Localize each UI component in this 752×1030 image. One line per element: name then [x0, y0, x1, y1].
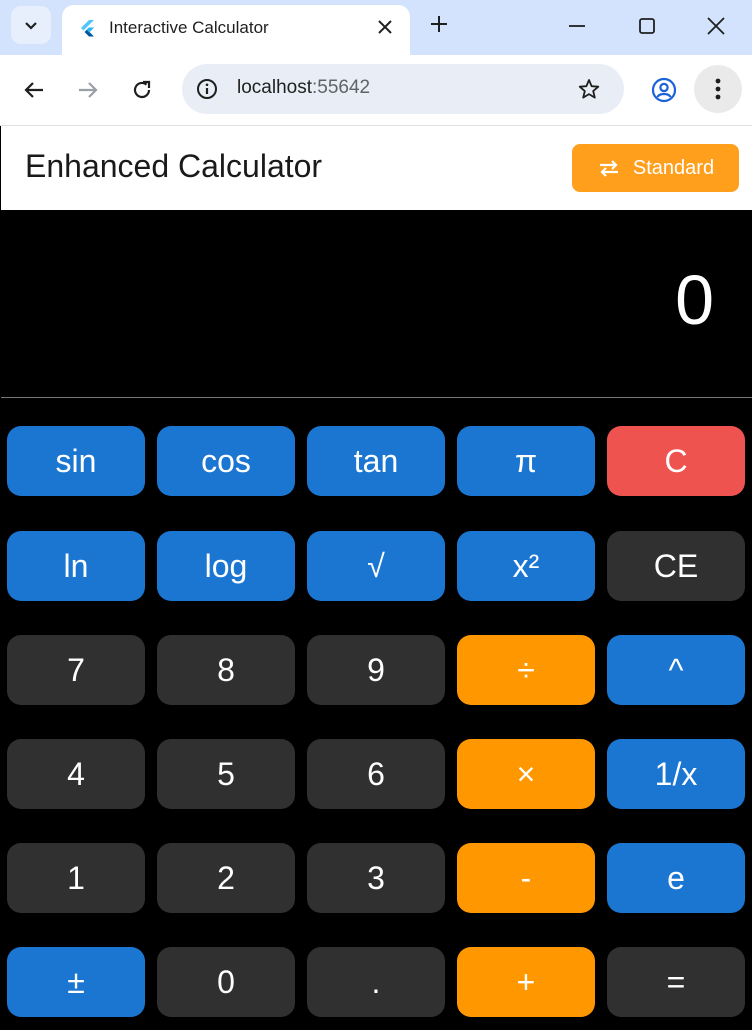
calculator-display: 0 — [1, 210, 752, 398]
maximize-button[interactable] — [627, 8, 667, 44]
bookmark-button[interactable] — [576, 76, 602, 102]
key-3[interactable]: 3 — [307, 843, 445, 913]
key-square[interactable]: x² — [457, 531, 595, 601]
reload-icon — [133, 80, 151, 99]
app-bar: Enhanced Calculator Standard — [1, 126, 752, 210]
browser-menu-button[interactable] — [694, 65, 742, 113]
key-pi[interactable]: π — [457, 426, 595, 496]
more-vertical-icon — [715, 78, 721, 100]
key-8[interactable]: 8 — [157, 635, 295, 705]
page-title: Enhanced Calculator — [25, 148, 323, 184]
key-1[interactable]: 1 — [7, 843, 145, 913]
tab-search-button[interactable] — [11, 6, 51, 44]
minimize-button[interactable] — [557, 8, 597, 44]
key-decimal[interactable]: . — [307, 947, 445, 1017]
address-bar[interactable]: localhost:55642 — [182, 64, 624, 114]
browser-tab-strip: Interactive Calculator — [0, 0, 752, 55]
browser-toolbar: localhost:55642 — [0, 55, 752, 126]
key-ln[interactable]: ln — [7, 531, 145, 601]
profile-button[interactable] — [646, 72, 682, 108]
swap-horiz-icon — [599, 160, 618, 177]
browser-tab[interactable]: Interactive Calculator — [62, 5, 410, 55]
arrow-right-icon — [79, 82, 98, 98]
close-window-button[interactable] — [696, 8, 736, 44]
display-value: 0 — [675, 261, 714, 339]
key-sin[interactable]: sin — [7, 426, 145, 496]
key-sqrt[interactable]: √ — [307, 531, 445, 601]
key-equals[interactable]: = — [607, 947, 745, 1017]
site-info-button[interactable] — [194, 76, 220, 102]
key-euler[interactable]: e — [607, 843, 745, 913]
key-0[interactable]: 0 — [157, 947, 295, 1017]
keypad: sin cos tan π C ln log √ x² CE 7 8 9 ÷ ^… — [0, 398, 752, 1030]
key-divide[interactable]: ÷ — [457, 635, 595, 705]
flutter-icon — [81, 20, 94, 37]
key-6[interactable]: 6 — [307, 739, 445, 809]
key-tan[interactable]: tan — [307, 426, 445, 496]
key-clear-entry[interactable]: CE — [607, 531, 745, 601]
star-icon — [578, 79, 600, 99]
plus-icon — [431, 16, 447, 32]
close-icon — [378, 20, 392, 34]
minimize-icon — [569, 25, 585, 27]
mode-toggle-button[interactable]: Standard — [572, 144, 739, 192]
key-cos[interactable]: cos — [157, 426, 295, 496]
url-port: :55642 — [312, 77, 371, 98]
key-clear[interactable]: C — [607, 426, 745, 496]
tab-title: Interactive Calculator — [109, 18, 269, 37]
url-text: localhost:55642 — [237, 77, 370, 99]
reload-button[interactable] — [124, 72, 160, 108]
key-4[interactable]: 4 — [7, 739, 145, 809]
key-multiply[interactable]: × — [457, 739, 595, 809]
info-icon — [197, 79, 217, 99]
url-host: localhost — [237, 77, 312, 98]
back-button[interactable] — [16, 72, 52, 108]
key-power[interactable]: ^ — [607, 635, 745, 705]
key-negate[interactable]: ± — [7, 947, 145, 1017]
maximize-icon — [639, 18, 655, 34]
arrow-left-icon — [24, 82, 43, 98]
key-add[interactable]: + — [457, 947, 595, 1017]
new-tab-button[interactable] — [425, 10, 453, 38]
key-log[interactable]: log — [157, 531, 295, 601]
account-icon — [651, 77, 677, 103]
mode-label: Standard — [632, 156, 715, 179]
close-icon — [707, 17, 725, 35]
key-reciprocal[interactable]: 1/x — [607, 739, 745, 809]
tab-close-button[interactable] — [372, 14, 398, 40]
key-5[interactable]: 5 — [157, 739, 295, 809]
key-7[interactable]: 7 — [7, 635, 145, 705]
key-subtract[interactable]: - — [457, 843, 595, 913]
key-2[interactable]: 2 — [157, 843, 295, 913]
key-9[interactable]: 9 — [307, 635, 445, 705]
forward-button[interactable] — [70, 72, 106, 108]
chevron-down-icon — [25, 22, 37, 30]
